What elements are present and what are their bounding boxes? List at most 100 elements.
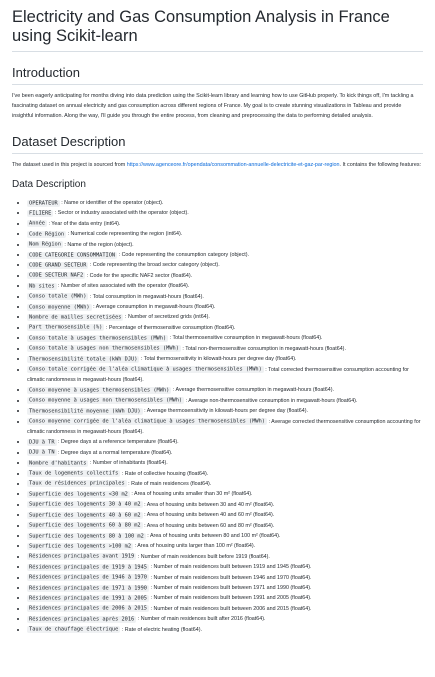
feature-code: Conso moyenne (MWh) [27, 303, 92, 311]
feature-list-item: Résidences principales de 1919 à 1945 : … [27, 562, 423, 572]
feature-code: DJU à TN [27, 449, 57, 457]
feature-list-item: Code Région : Numerical code representin… [27, 229, 423, 239]
feature-list-item: Nb sites : Number of sites associated wi… [27, 281, 423, 291]
feature-list-item: Superficie des logements 80 à 100 m2 : A… [27, 531, 423, 541]
feature-description: : Code representing the broad sector cat… [88, 262, 220, 269]
feature-description: : Rate of electric heating (float64). [120, 626, 202, 633]
feature-description: : Total consumption in megawatt-hours (f… [88, 293, 204, 300]
feature-code: Conso totale corrigée de l'aléa climatiq… [27, 366, 264, 373]
feature-list-item: CODE SECTEUR NAF2 : Code for the specifi… [27, 271, 423, 281]
feature-description: : Area of housing units between 40 and 6… [142, 512, 275, 519]
feature-description: : Number of main residences built betwee… [149, 564, 312, 571]
feature-description: : Number of secretized grids (int64). [123, 314, 210, 321]
feature-code: Résidences principales de 1991 à 2005 [27, 594, 149, 602]
feature-list-item: Superficie des logements 30 à 40 m2 : Ar… [27, 500, 423, 510]
feature-list-item: Résidences principales après 2016 : Numb… [27, 614, 423, 624]
feature-code: Thermosensibilité moyenne (kWh DJU) [27, 407, 143, 415]
feature-code: Conso moyenne corrigée de l'aléa climati… [27, 418, 267, 426]
feature-description: : Number of main residences built after … [136, 616, 266, 623]
dataset-intro-text: The dataset used in this project is sour… [12, 162, 127, 168]
feature-code: Taux de chauffage électrique [27, 626, 121, 634]
feature-description: : Degree days at a reference temperature… [56, 439, 179, 446]
feature-list-item: Taux de résidences principales : Rate of… [27, 479, 423, 489]
feature-code: Résidences principales avant 1919 [27, 553, 137, 561]
feature-code: Résidences principales de 2006 à 2015 [27, 605, 149, 613]
feature-list-item: Thermosensibilité moyenne (kWh DJU) : Av… [27, 406, 423, 416]
feature-description: : Average non-thermosensitive consumptio… [184, 397, 358, 404]
feature-list-item: Nombre d'habitants : Number of inhabitan… [27, 458, 423, 468]
feature-list-item: Superficie des logements 40 à 60 m2 : Ar… [27, 510, 423, 520]
feature-code: Résidences principales de 1971 à 1990 [27, 584, 149, 592]
feature-description: : Area of housing units between 60 and 8… [142, 522, 275, 529]
introduction-heading: Introduction [12, 65, 423, 85]
feature-code: Conso moyenne à usages thermosensibles (… [27, 386, 172, 394]
feature-description: : Total non-thermosensitive consumption … [180, 345, 346, 352]
feature-description: : Area of housing units between 30 and 4… [142, 501, 275, 508]
feature-list-item: Conso moyenne à usages thermosensibles (… [27, 385, 423, 395]
dataset-source-link[interactable]: https://www.agenceore.fr/opendata/consom… [127, 162, 340, 168]
feature-code: Superficie des logements 60 à 80 m2 [27, 522, 143, 530]
feature-description: : Name of the region (object). [62, 241, 134, 248]
feature-description: : Rate of collective housing (float64). [120, 470, 209, 477]
feature-list-item: Part thermosensible (%) : Percentage of … [27, 323, 423, 333]
feature-code: Superficie des logements >100 m2 [27, 542, 134, 550]
readme-document: Electricity and Gas Consumption Analysis… [0, 0, 435, 635]
feature-list-item: CODE GRAND SECTEUR : Code representing t… [27, 260, 423, 270]
feature-list-item: Résidences principales de 2006 à 2015 : … [27, 604, 423, 614]
feature-description: : Code representing the consumption cate… [117, 252, 249, 259]
feature-code: CODE GRAND SECTEUR [27, 261, 89, 269]
feature-list-item: Superficie des logements >100 m2 : Area … [27, 541, 423, 551]
dataset-intro-suffix: . It contains the following features: [339, 162, 422, 168]
feature-description: : Number of main residences built betwee… [149, 605, 312, 612]
feature-description: : Code for the specific NAF2 sector (flo… [85, 272, 193, 279]
feature-description: : Name or identifier of the operator (ob… [59, 200, 164, 206]
feature-code: Superficie des logements <30 m2 [27, 490, 130, 498]
feature-code: Nombre d'habitants [27, 459, 89, 467]
feature-description: : Area of housing units larger than 100 … [133, 543, 256, 550]
feature-code: Code Région [27, 230, 67, 238]
feature-code: CODE SECTEUR NAF2 [27, 272, 86, 280]
feature-code: OPERATEUR [27, 199, 60, 207]
feature-code: Superficie des logements 30 à 40 m2 [27, 501, 143, 509]
feature-code: Superficie des logements 40 à 60 m2 [27, 511, 143, 519]
feature-description: : Year of the data entry (int64). [46, 220, 121, 227]
feature-description: : Average thermosensitive consumption in… [171, 387, 334, 394]
feature-list-item: Année : Year of the data entry (int64). [27, 219, 423, 229]
feature-list: OPERATEUR : Name or identifier of the op… [12, 198, 423, 635]
feature-description: : Total thermosensitivity in kilowatt-ho… [139, 356, 297, 363]
feature-description: : Average thermosensitivity in kilowatt-… [142, 408, 308, 415]
feature-code: Superficie des logements 80 à 100 m2 [27, 532, 146, 540]
feature-code: Nom Région [27, 241, 63, 249]
feature-description: : Area of housing units smaller than 30 … [129, 491, 253, 498]
feature-code: Thermosensibilité totale (kWh DJU) [27, 355, 140, 363]
dataset-description-heading: Dataset Description [12, 134, 423, 154]
feature-list-item: Nombre de mailles secretisées : Number o… [27, 312, 423, 322]
introduction-paragraph: I've been eagerly anticipating for month… [12, 93, 414, 119]
page-title: Electricity and Gas Consumption Analysis… [12, 8, 423, 52]
feature-list-item: Conso totale à usages thermosensibles (M… [27, 333, 423, 343]
feature-description: : Number of inhabitants (float64). [88, 460, 168, 467]
feature-list-item: Résidences principales de 1971 à 1990 : … [27, 583, 423, 593]
feature-description: : Numerical code representing the region… [66, 231, 183, 238]
feature-list-item: Conso moyenne corrigée de l'aléa climati… [27, 417, 423, 438]
feature-list-item: CODE CATEGORIE CONSOMMATION : Code repre… [27, 250, 423, 260]
feature-description: : Percentage of thermosensitive consumpt… [104, 324, 236, 331]
feature-list-item: Taux de chauffage électrique : Rate of e… [27, 625, 423, 635]
feature-code: Taux de logements collectifs [27, 470, 121, 478]
feature-description: : Degree days at a normal temperature (f… [56, 449, 173, 456]
feature-list-item: DJU à TN : Degree days at a normal tempe… [27, 448, 423, 458]
feature-code: Nombre de mailles secretisées [27, 313, 124, 321]
feature-list-item: Thermosensibilité totale (kWh DJU) : Tot… [27, 354, 423, 364]
dataset-description-paragraph: The dataset used in this project is sour… [12, 160, 423, 170]
feature-code: Résidences principales de 1946 à 1970 [27, 574, 149, 582]
feature-code: CODE CATEGORIE CONSOMMATION [27, 251, 118, 259]
feature-list-item: OPERATEUR : Name or identifier of the op… [27, 198, 423, 208]
feature-description: : Number of main residences built betwee… [149, 585, 312, 592]
feature-description: : Area of housing units between 80 and 1… [145, 533, 281, 539]
feature-code: Résidences principales après 2016 [27, 615, 137, 623]
feature-list-item: Superficie des logements <30 m2 : Area o… [27, 489, 423, 499]
feature-list-item: Résidences principales avant 1919 : Numb… [27, 552, 423, 562]
feature-list-item: Conso moyenne (MWh) : Average consumptio… [27, 302, 423, 312]
feature-description: : Total thermosensitive consumption in m… [168, 335, 323, 342]
feature-code: Année [27, 220, 47, 228]
